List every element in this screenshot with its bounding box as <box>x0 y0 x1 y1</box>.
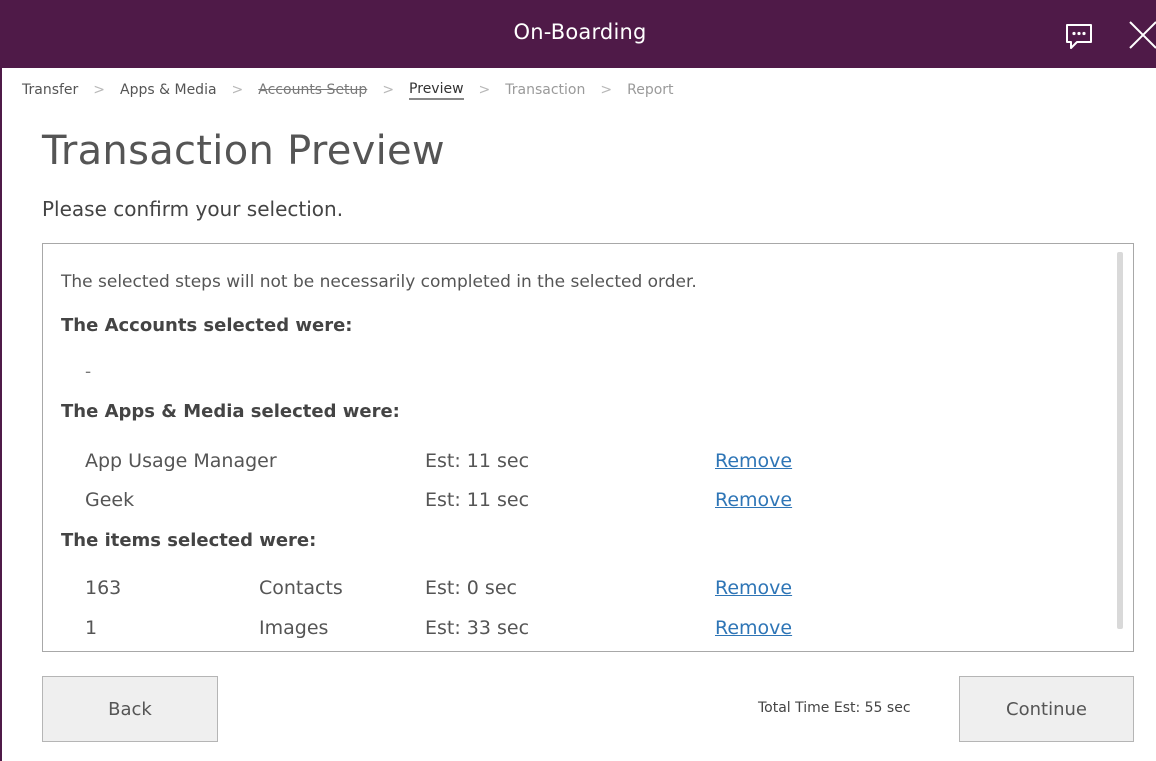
page-title: Transaction Preview <box>42 128 445 174</box>
remove-item-link[interactable]: Remove <box>715 577 792 599</box>
breadcrumb-separator: > <box>600 82 613 98</box>
breadcrumb-step-transaction: Transaction <box>505 82 586 98</box>
app-row: Geek Est: 11 sec Remove <box>43 489 1103 517</box>
continue-button[interactable]: Continue <box>959 676 1134 742</box>
apps-section-heading: The Apps & Media selected were: <box>61 401 400 422</box>
breadcrumb-step-preview: Preview <box>409 81 464 100</box>
feedback-button[interactable] <box>1064 22 1094 50</box>
back-button[interactable]: Back <box>42 676 218 742</box>
item-estimate: Est: 33 sec <box>425 617 530 639</box>
app-name: Geek <box>85 489 135 511</box>
title-bar: On-Boarding <box>2 0 1156 68</box>
selection-summary-panel: The selected steps will not be necessari… <box>42 243 1134 652</box>
onboarding-window: On-Boarding Transfer > Apps & Media > Ac… <box>0 0 1156 761</box>
remove-app-link[interactable]: Remove <box>715 489 792 511</box>
chat-bubble-icon <box>1066 24 1092 49</box>
breadcrumb-separator: > <box>478 82 491 98</box>
remove-app-link[interactable]: Remove <box>715 450 792 472</box>
accounts-section-heading: The Accounts selected were: <box>61 315 353 336</box>
item-count: 163 <box>85 577 122 599</box>
item-estimate: Est: 0 sec <box>425 577 517 599</box>
summary-scrollbar[interactable] <box>1117 252 1123 629</box>
app-estimate: Est: 11 sec <box>425 489 530 511</box>
items-section-heading: The items selected were: <box>61 530 317 551</box>
item-count: 1 <box>85 617 98 639</box>
breadcrumb: Transfer > Apps & Media > Accounts Setup… <box>22 79 674 101</box>
app-name: App Usage Manager <box>85 450 277 472</box>
accounts-empty-value: - <box>85 362 92 382</box>
order-note: The selected steps will not be necessari… <box>61 272 697 292</box>
breadcrumb-step-report: Report <box>627 82 674 98</box>
item-type: Contacts <box>259 577 343 599</box>
item-type: Images <box>259 617 329 639</box>
breadcrumb-separator: > <box>231 82 244 98</box>
breadcrumb-separator: > <box>93 82 106 98</box>
page-subtitle: Please confirm your selection. <box>42 197 344 221</box>
item-row: 163 Contacts Est: 0 sec Remove <box>43 577 1103 605</box>
close-icon <box>1129 21 1156 49</box>
close-button[interactable] <box>1122 16 1156 52</box>
app-estimate: Est: 11 sec <box>425 450 530 472</box>
breadcrumb-step-apps-media[interactable]: Apps & Media <box>120 82 217 98</box>
window-title: On-Boarding <box>513 20 647 44</box>
breadcrumb-separator: > <box>382 82 395 98</box>
item-row: 1 Images Est: 33 sec Remove <box>43 617 1103 645</box>
breadcrumb-step-accounts-setup: Accounts Setup <box>258 82 368 98</box>
total-time-estimate: Total Time Est: 55 sec <box>758 700 911 716</box>
remove-item-link[interactable]: Remove <box>715 617 792 639</box>
app-row: App Usage Manager Est: 11 sec Remove <box>43 450 1103 478</box>
breadcrumb-step-transfer[interactable]: Transfer <box>22 82 78 98</box>
